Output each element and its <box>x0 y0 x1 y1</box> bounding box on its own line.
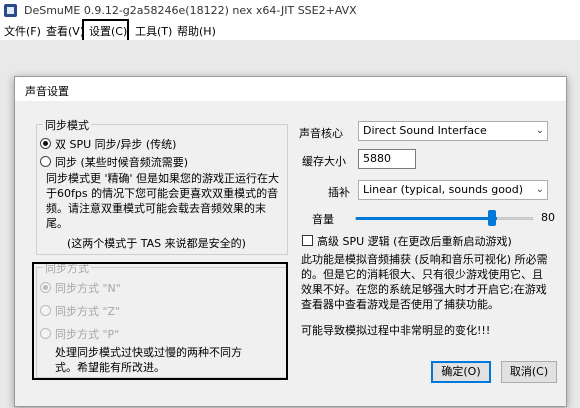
tas-note: (这两个模式于 TAS 来说都是安全的) <box>67 237 246 250</box>
menu-help[interactable]: 帮助(H) <box>177 24 216 40</box>
menu-file[interactable]: 文件(F) <box>4 24 41 40</box>
dialog-title: 声音设置 <box>25 85 69 98</box>
advanced-warning: 可能导致模拟过程中非常明显的变化!!! <box>301 324 491 337</box>
window-title: DeSmuME 0.9.12-g2a58246e(18122) nex x64-… <box>24 4 357 17</box>
sound-core-label: 声音核心 <box>299 127 343 140</box>
interpolation-select[interactable]: Linear (typical, sounds good) ⌄ <box>358 180 548 200</box>
radio-sync-label[interactable]: 同步 (某些时候音频流需要) <box>55 154 188 170</box>
interpolation-value: Linear (typical, sounds good) <box>363 183 524 196</box>
radio-dual-spu-label[interactable]: 双 SPU 同步/异步 (传统) <box>55 136 176 152</box>
advanced-description: 此功能是模拟音频捕获 (反响和音乐可视化) 所必需的。但是它的消耗很大、只有很少… <box>301 253 548 311</box>
sync-mode-description: 同步模式更 '精确' 但是如果您的游戏正运行在大于60fps 的情况下您可能会更… <box>46 172 280 230</box>
buffer-size-label: 缓存大小 <box>302 155 346 168</box>
sound-core-select[interactable]: Direct Sound Interface ⌄ <box>358 121 548 141</box>
sync-mode-group-title: 同步模式 <box>43 117 91 133</box>
radio-sync[interactable] <box>40 156 51 167</box>
menu-tools[interactable]: 工具(T) <box>135 24 172 40</box>
advanced-spu-label[interactable]: 高级 SPU 逻辑 (在更改后重新启动游戏) <box>317 233 512 249</box>
sync-method-highlight <box>32 262 288 380</box>
volume-slider-thumb[interactable] <box>488 210 496 226</box>
chevron-down-icon: ⌄ <box>535 184 544 195</box>
sound-core-value: Direct Sound Interface <box>363 124 487 137</box>
dialog-title-bar: 声音设置 <box>15 77 566 101</box>
volume-value: 80 <box>541 211 555 224</box>
ok-button[interactable]: 确定(O) <box>431 361 491 383</box>
volume-slider-fill <box>356 217 497 220</box>
interpolation-label: 插补 <box>328 186 350 199</box>
buffer-size-input[interactable]: 5880 <box>358 149 416 169</box>
advanced-spu-checkbox[interactable] <box>302 235 313 246</box>
radio-dual-spu[interactable] <box>40 138 51 149</box>
cancel-button[interactable]: 取消(C) <box>501 361 557 383</box>
chevron-down-icon: ⌄ <box>535 125 544 136</box>
volume-label: 音量 <box>312 213 334 226</box>
sound-settings-dialog: 声音设置 同步模式 双 SPU 同步/异步 (传统) 同步 (某些时候音频流需要… <box>14 76 567 407</box>
app-icon <box>4 4 17 17</box>
menu-view[interactable]: 查看(V) <box>46 24 84 40</box>
volume-slider[interactable] <box>355 217 533 220</box>
